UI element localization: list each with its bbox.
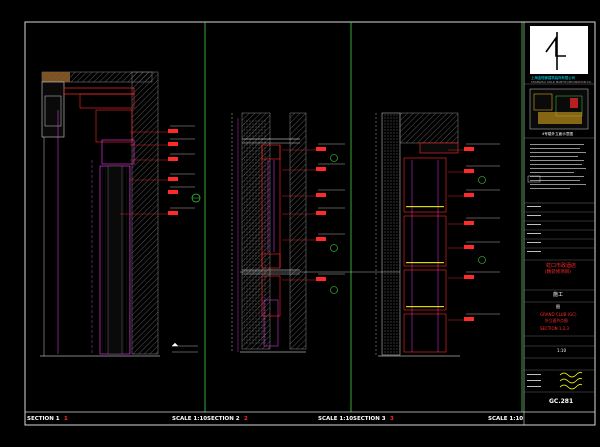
section-2-ref: 2 xyxy=(244,416,248,422)
section-3-detail xyxy=(375,112,500,357)
section-1-detail xyxy=(40,71,201,357)
section-3-caption: SECTION 3 xyxy=(353,416,386,422)
company-name-en: SHANGHAI GOLD MANTIS DECORATION CO. xyxy=(531,80,592,84)
stage-label: 施工 xyxy=(553,292,564,298)
discipline-label: 图 xyxy=(556,304,560,309)
section-3-ref: 3 xyxy=(390,416,394,422)
company-logo xyxy=(530,26,588,74)
section-2-detail xyxy=(231,112,345,353)
section-1-caption: SECTION 1 xyxy=(27,416,60,422)
section-2-scale: SCALE 1:10 xyxy=(318,416,354,422)
section-3-scale: SCALE 1:10 xyxy=(488,416,524,422)
drawing-number: GC.281 xyxy=(549,398,574,405)
key-plan-caption: 4号楼外立面示意图 xyxy=(542,132,574,136)
scale-value: 1:10 xyxy=(557,348,566,353)
project-name-cn: 虹口市政酒店 xyxy=(546,263,577,269)
project-name-cn-sub: (精装修项目) xyxy=(545,270,572,275)
section-2-caption: SECTION 2 xyxy=(207,416,240,422)
cad-drawing-sheet xyxy=(24,21,596,426)
section-1-ref: 1 xyxy=(64,416,68,422)
section-1-scale: SCALE 1:10 xyxy=(172,416,208,422)
drawing-title: 外立面节点图 xyxy=(545,318,568,323)
section-reference: SECTION 1,2,3 xyxy=(540,326,570,331)
